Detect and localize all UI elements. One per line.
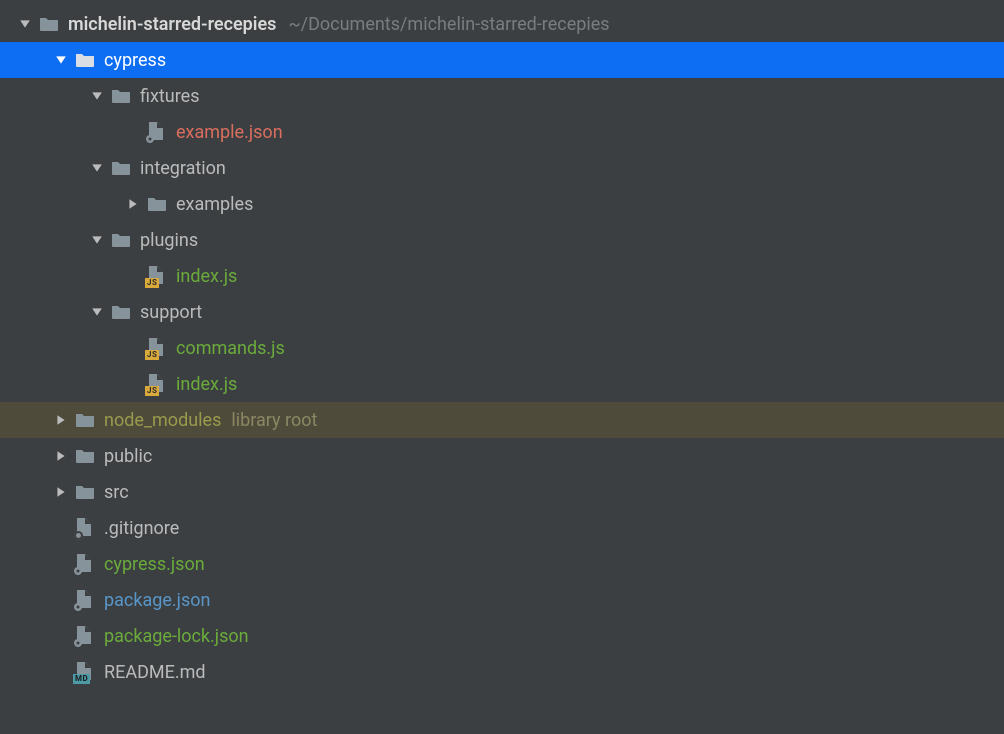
file-label: example.json xyxy=(176,122,283,143)
json-file-icon xyxy=(74,590,96,610)
tree-row-plugins-index[interactable]: JS index.js xyxy=(0,258,1004,294)
folder-icon xyxy=(110,86,132,106)
chevron-down-icon[interactable] xyxy=(18,17,32,31)
tree-row-cypress[interactable]: cypress xyxy=(0,42,1004,78)
tree-row-root[interactable]: michelin-starred-recepies ~/Documents/mi… xyxy=(0,6,1004,42)
tree-row-readme[interactable]: MD README.md xyxy=(0,654,1004,690)
chevron-down-icon[interactable] xyxy=(90,89,104,103)
file-label: package-lock.json xyxy=(104,626,249,647)
tree-row-src[interactable]: src xyxy=(0,474,1004,510)
file-label: README.md xyxy=(104,662,206,683)
folder-icon xyxy=(74,446,96,466)
chevron-down-icon[interactable] xyxy=(90,161,104,175)
folder-icon xyxy=(74,482,96,502)
folder-label: plugins xyxy=(140,230,198,251)
file-label: .gitignore xyxy=(104,518,179,539)
folder-label: public xyxy=(104,446,152,467)
js-file-icon: JS xyxy=(146,338,168,358)
js-file-icon: JS xyxy=(146,266,168,286)
chevron-right-icon[interactable] xyxy=(54,485,68,499)
tree-row-commands-js[interactable]: JS commands.js xyxy=(0,330,1004,366)
folder-label: node_modules xyxy=(104,410,221,431)
tree-row-plugins[interactable]: plugins xyxy=(0,222,1004,258)
chevron-right-icon[interactable] xyxy=(54,413,68,427)
file-label: cypress.json xyxy=(104,554,205,575)
tree-row-examples[interactable]: examples xyxy=(0,186,1004,222)
tree-row-public[interactable]: public xyxy=(0,438,1004,474)
folder-label: cypress xyxy=(104,50,166,71)
json-file-icon xyxy=(74,554,96,574)
json-file-icon xyxy=(146,122,168,142)
file-label: index.js xyxy=(176,374,237,395)
tree-row-gitignore[interactable]: .gitignore xyxy=(0,510,1004,546)
folder-hint: library root xyxy=(231,410,317,431)
folder-icon xyxy=(110,230,132,250)
folder-icon xyxy=(110,302,132,322)
file-label: index.js xyxy=(176,266,237,287)
tree-row-fixtures[interactable]: fixtures xyxy=(0,78,1004,114)
folder-icon xyxy=(146,194,168,214)
tree-row-node-modules[interactable]: node_modules library root xyxy=(0,402,1004,438)
folder-label: examples xyxy=(176,194,253,215)
json-file-icon xyxy=(74,626,96,646)
chevron-down-icon[interactable] xyxy=(54,53,68,67)
tree-row-example-json[interactable]: example.json xyxy=(0,114,1004,150)
file-label: package.json xyxy=(104,590,210,611)
folder-icon xyxy=(74,410,96,430)
tree-row-integration[interactable]: integration xyxy=(0,150,1004,186)
folder-icon xyxy=(38,14,60,34)
project-tree[interactable]: michelin-starred-recepies ~/Documents/mi… xyxy=(0,0,1004,690)
js-file-icon: JS xyxy=(146,374,168,394)
folder-label: integration xyxy=(140,158,226,179)
file-label: commands.js xyxy=(176,338,285,359)
chevron-right-icon[interactable] xyxy=(126,197,140,211)
folder-label: fixtures xyxy=(140,86,199,107)
folder-icon xyxy=(110,158,132,178)
tree-row-support[interactable]: support xyxy=(0,294,1004,330)
folder-label: src xyxy=(104,482,129,503)
chevron-down-icon[interactable] xyxy=(90,305,104,319)
folder-icon xyxy=(74,50,96,70)
tree-row-package-json[interactable]: package.json xyxy=(0,582,1004,618)
gitignore-file-icon xyxy=(74,518,96,538)
markdown-file-icon: MD xyxy=(74,662,96,682)
tree-row-package-lock[interactable]: package-lock.json xyxy=(0,618,1004,654)
tree-row-support-index[interactable]: JS index.js xyxy=(0,366,1004,402)
folder-label: support xyxy=(140,302,202,323)
path-hint: ~/Documents/michelin-starred-recepies xyxy=(288,14,609,35)
chevron-down-icon[interactable] xyxy=(90,233,104,247)
folder-label: michelin-starred-recepies xyxy=(68,14,276,35)
tree-row-cypress-json[interactable]: cypress.json xyxy=(0,546,1004,582)
chevron-right-icon[interactable] xyxy=(54,449,68,463)
